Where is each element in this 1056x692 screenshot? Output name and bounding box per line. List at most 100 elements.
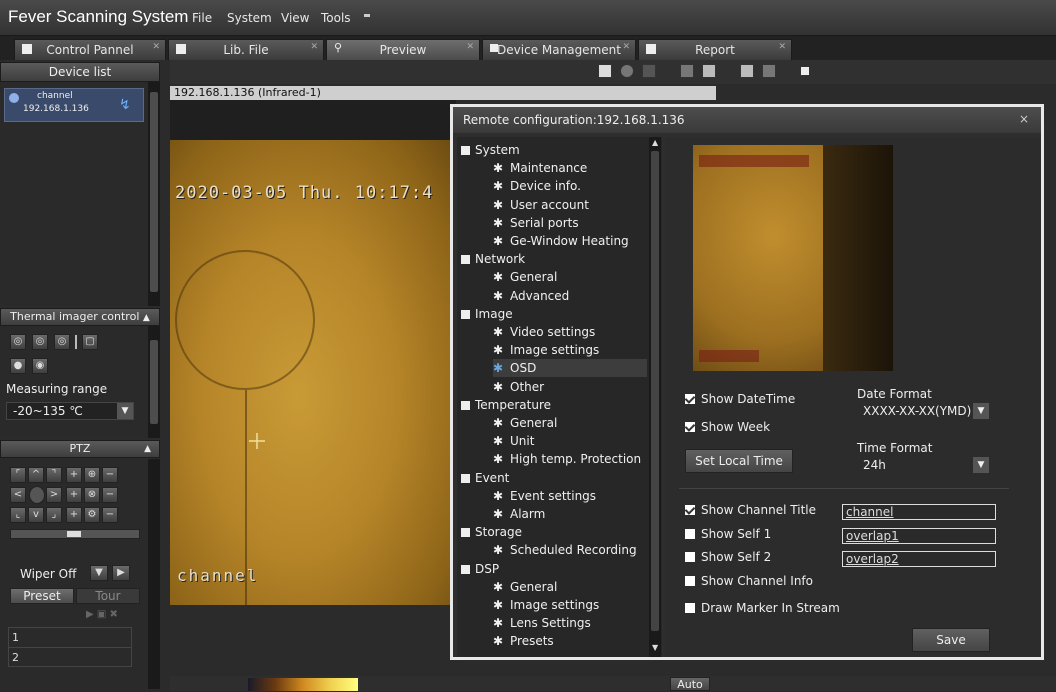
thermal-button-5[interactable]: ●	[10, 358, 26, 374]
date-format-select[interactable]: XXXX-XX-XX(YMD) ▼	[857, 403, 989, 421]
collapse-icon[interactable]: ▲	[144, 441, 151, 457]
tree-group-image[interactable]: Image	[461, 305, 647, 323]
tab-preview[interactable]: ⚲ Preview ✕	[326, 39, 480, 60]
menu-overflow-icon[interactable]	[364, 14, 370, 17]
channel-title-input[interactable]: channel	[842, 504, 996, 520]
tree-item[interactable]: ✱ General	[493, 268, 647, 286]
slider-thumb[interactable]	[67, 531, 81, 537]
device-item[interactable]: channel 192.168.1.136 ↯	[4, 88, 144, 122]
time-format-select[interactable]: 24h ▼	[857, 457, 989, 475]
measuring-range-select[interactable]: -20~135 ℃ ▼	[6, 402, 134, 420]
tree-item[interactable]: ✱ Alarm	[493, 505, 647, 523]
wiper-dropdown[interactable]: ▼	[90, 565, 108, 581]
tab-device-management[interactable]: Device Management ✕	[482, 39, 636, 60]
checkbox[interactable]	[685, 394, 695, 404]
preset-actions[interactable]: ▶ ▣ ✖	[86, 609, 118, 620]
show-channel-info-checkbox[interactable]: Show Channel Info	[685, 574, 813, 588]
ptz-down-right-button[interactable]: ⌟	[46, 507, 62, 523]
tree-item[interactable]: ✱ Serial ports	[493, 214, 647, 232]
focus-near-button[interactable]: +	[66, 487, 82, 503]
collapse-icon[interactable]: ▲	[143, 313, 150, 323]
focus-icon[interactable]: ⊗	[84, 487, 100, 503]
close-icon[interactable]: ✕	[778, 42, 786, 52]
tree-group-event[interactable]: Event	[461, 469, 647, 487]
menu-system[interactable]: System	[227, 11, 272, 25]
pointer-icon[interactable]	[598, 64, 612, 78]
tree-item[interactable]: ✱ Presets	[493, 632, 647, 650]
tree-group-temperature[interactable]: Temperature	[461, 396, 647, 414]
thermal-button-1[interactable]: ◎	[10, 334, 26, 350]
tree-item[interactable]: ✱ Advanced	[493, 287, 647, 305]
target-icon[interactable]	[620, 64, 634, 78]
tab-preset[interactable]: Preset	[10, 588, 74, 604]
menu-view[interactable]: View	[281, 11, 309, 25]
checkbox[interactable]	[685, 552, 695, 562]
focus-far-button[interactable]: −	[102, 487, 118, 503]
checkbox[interactable]	[685, 603, 695, 613]
iris-open-button[interactable]: +	[66, 507, 82, 523]
ptz-right-button[interactable]: >	[46, 487, 62, 503]
tree-item[interactable]: ✱ General	[493, 578, 647, 596]
tree-item[interactable]: ✱ High temp. Protection	[493, 450, 647, 468]
tree-item[interactable]: ✱ General	[493, 414, 647, 432]
checkbox[interactable]	[685, 505, 695, 515]
tree-item[interactable]: ✱ Lens Settings	[493, 614, 647, 632]
grid-icon[interactable]	[740, 64, 754, 78]
ptz-left-button[interactable]: <	[10, 487, 26, 503]
show-self-2-checkbox[interactable]: Show Self 2	[685, 550, 771, 564]
thermal-scrollbar[interactable]	[148, 326, 160, 438]
show-week-checkbox[interactable]: Show Week	[685, 420, 770, 434]
self-1-input[interactable]: overlap1	[842, 528, 996, 544]
tree-item[interactable]: ✱ OSD	[493, 359, 647, 377]
scroll-thumb[interactable]	[150, 340, 158, 424]
preset-row[interactable]: 2	[8, 647, 132, 667]
menu-tools[interactable]: Tools	[321, 11, 351, 25]
checkbox[interactable]	[685, 529, 695, 539]
tab-lib-file[interactable]: Lib. File ✕	[168, 39, 324, 60]
tree-item[interactable]: ✱ Unit	[493, 432, 647, 450]
iris-close-button[interactable]: −	[102, 507, 118, 523]
chevron-up-icon[interactable]: ▲	[652, 138, 658, 147]
wiper-play-button[interactable]: ▶	[112, 565, 130, 581]
tab-control-pannel[interactable]: Control Pannel ✕	[14, 39, 166, 60]
checkbox[interactable]	[685, 422, 695, 432]
tree-scrollbar[interactable]: ▲ ▼	[649, 137, 661, 657]
close-icon[interactable]: ✕	[466, 42, 474, 52]
preset-row[interactable]: 1	[8, 627, 132, 647]
connect-icon[interactable]: ↯	[119, 97, 131, 113]
show-channel-title-checkbox[interactable]: Show Channel Title	[685, 503, 816, 517]
ptz-scrollbar[interactable]	[148, 459, 160, 689]
close-icon[interactable]: ✕	[622, 42, 630, 52]
tree-item[interactable]: ✱ Image settings	[493, 341, 647, 359]
iris-icon[interactable]: ⚙	[84, 507, 100, 523]
show-self-1-checkbox[interactable]: Show Self 1	[685, 527, 771, 541]
ptz-header[interactable]: PTZ ▲	[0, 440, 160, 458]
ptz-up-left-button[interactable]: ⌜	[10, 467, 26, 483]
ptz-up-right-button[interactable]: ⌝	[46, 467, 62, 483]
tab-tour[interactable]: Tour	[76, 588, 140, 604]
close-icon[interactable]: ✕	[152, 42, 160, 52]
tree-item[interactable]: ✱ User account	[493, 196, 647, 214]
thermal-button-6[interactable]: ◉	[32, 358, 48, 374]
tree-item[interactable]: ✱ Maintenance	[493, 159, 647, 177]
close-icon[interactable]: ✕	[310, 42, 318, 52]
tree-group-system[interactable]: System	[461, 141, 647, 159]
checkbox[interactable]	[685, 576, 695, 586]
tree-item[interactable]: ✱ Event settings	[493, 487, 647, 505]
camera-icon[interactable]	[680, 64, 694, 78]
thermal-button-2[interactable]: ◎	[32, 334, 48, 350]
self-2-input[interactable]: overlap2	[842, 551, 996, 567]
ptz-up-button[interactable]: ^	[28, 467, 44, 483]
thermal-control-header[interactable]: Thermal imager control ▲	[0, 308, 160, 326]
set-local-time-button[interactable]: Set Local Time	[685, 449, 793, 473]
save-button[interactable]: Save	[912, 628, 990, 652]
ptz-down-left-button[interactable]: ⌞	[10, 507, 26, 523]
rect-icon[interactable]	[642, 64, 656, 78]
device-list-scrollbar[interactable]	[148, 82, 160, 306]
fullscreen-icon[interactable]	[762, 64, 776, 78]
tree-item[interactable]: ✱ Image settings	[493, 596, 647, 614]
scroll-thumb[interactable]	[651, 151, 659, 631]
tab-report[interactable]: Report ✕	[638, 39, 792, 60]
tree-group-network[interactable]: Network	[461, 250, 647, 268]
zoom-in-button[interactable]: +	[66, 467, 82, 483]
